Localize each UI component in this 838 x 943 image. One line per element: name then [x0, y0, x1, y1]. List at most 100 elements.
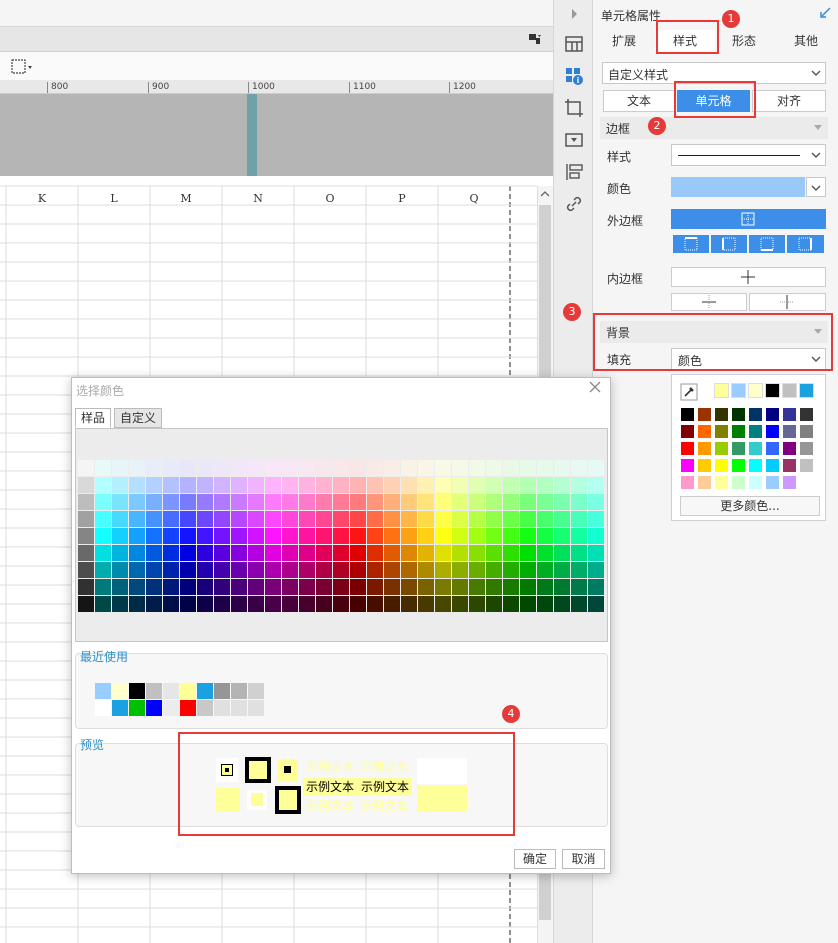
color-swatch[interactable] [384, 528, 400, 544]
color-swatch[interactable] [214, 579, 230, 595]
color-swatch[interactable] [129, 562, 145, 578]
color-swatch[interactable] [265, 494, 281, 510]
color-swatch[interactable] [486, 477, 502, 493]
color-swatch[interactable] [112, 494, 128, 510]
color-swatch[interactable] [571, 460, 587, 476]
color-swatch[interactable] [765, 458, 780, 473]
color-swatch[interactable] [282, 494, 298, 510]
color-swatch[interactable] [384, 494, 400, 510]
color-swatch[interactable] [384, 562, 400, 578]
ok-button[interactable]: 确定 [514, 849, 556, 869]
recent-color-swatch[interactable] [231, 700, 247, 716]
color-swatch[interactable] [537, 528, 553, 544]
color-swatch[interactable] [180, 545, 196, 561]
color-swatch[interactable] [765, 441, 780, 456]
color-swatch[interactable] [799, 407, 814, 422]
color-swatch[interactable] [401, 460, 417, 476]
color-swatch[interactable] [333, 562, 349, 578]
color-swatch[interactable] [112, 545, 128, 561]
color-swatch[interactable] [367, 511, 383, 527]
border-top-button[interactable] [673, 235, 709, 253]
color-swatch[interactable] [180, 511, 196, 527]
scroll-up-icon[interactable] [540, 190, 550, 200]
color-swatch[interactable] [146, 579, 162, 595]
color-swatch[interactable] [799, 475, 814, 490]
color-swatch[interactable] [129, 511, 145, 527]
color-swatch[interactable] [486, 562, 502, 578]
recent-color-swatch[interactable] [248, 700, 264, 716]
color-swatch[interactable] [680, 458, 695, 473]
color-swatch[interactable] [265, 545, 281, 561]
tab-custom[interactable]: 自定义 [114, 408, 163, 428]
color-swatch[interactable] [765, 475, 780, 490]
color-swatch[interactable] [571, 596, 587, 612]
color-swatch[interactable] [197, 596, 213, 612]
color-swatch[interactable] [554, 596, 570, 612]
color-swatch[interactable] [697, 458, 712, 473]
color-swatch[interactable] [469, 528, 485, 544]
recent-color-swatch[interactable] [197, 683, 213, 699]
recent-color-swatch[interactable] [95, 683, 111, 699]
color-swatch[interactable] [588, 579, 604, 595]
color-swatch[interactable] [248, 494, 264, 510]
color-swatch[interactable] [435, 562, 451, 578]
tab-samples[interactable]: 样品 [75, 408, 112, 428]
color-swatch[interactable] [537, 511, 553, 527]
color-swatch[interactable] [95, 460, 111, 476]
color-swatch[interactable] [537, 494, 553, 510]
color-swatch[interactable] [146, 528, 162, 544]
color-swatch[interactable] [95, 562, 111, 578]
subtab-text[interactable]: 文本 [603, 90, 675, 112]
border-bottom-button[interactable] [749, 235, 785, 253]
color-swatch[interactable] [95, 545, 111, 561]
color-swatch[interactable] [537, 545, 553, 561]
color-swatch[interactable] [520, 511, 536, 527]
color-swatch[interactable] [129, 545, 145, 561]
color-swatch[interactable] [520, 579, 536, 595]
color-swatch[interactable] [163, 528, 179, 544]
color-swatch[interactable] [350, 494, 366, 510]
inner-vertical-button[interactable] [749, 293, 826, 311]
border-section-header[interactable]: 边框 [600, 117, 828, 139]
color-swatch[interactable] [503, 545, 519, 561]
color-swatch[interactable] [129, 528, 145, 544]
color-swatch[interactable] [520, 460, 536, 476]
color-swatch[interactable] [554, 477, 570, 493]
color-swatch[interactable] [537, 460, 553, 476]
color-swatch[interactable] [180, 460, 196, 476]
grid-layout-icon[interactable] [564, 34, 584, 54]
color-swatch[interactable] [197, 579, 213, 595]
color-swatch[interactable] [95, 477, 111, 493]
color-swatch[interactable] [714, 424, 729, 439]
color-swatch[interactable] [197, 494, 213, 510]
color-swatch[interactable] [333, 596, 349, 612]
color-swatch[interactable] [367, 528, 383, 544]
cancel-button[interactable]: 取消 [562, 849, 605, 869]
color-swatch[interactable] [214, 494, 230, 510]
color-swatch[interactable] [418, 545, 434, 561]
recent-color-swatch[interactable] [248, 683, 264, 699]
color-swatch[interactable] [571, 494, 587, 510]
tab-expand[interactable]: 扩展 [594, 30, 654, 52]
color-swatch[interactable] [799, 383, 814, 398]
color-swatch[interactable] [350, 511, 366, 527]
color-swatch[interactable] [197, 528, 213, 544]
color-swatch[interactable] [197, 545, 213, 561]
color-swatch[interactable] [435, 579, 451, 595]
color-swatch[interactable] [180, 528, 196, 544]
color-swatch[interactable] [588, 477, 604, 493]
close-icon[interactable] [588, 380, 604, 396]
format-painter-icon[interactable] [528, 33, 542, 45]
color-swatch[interactable] [554, 579, 570, 595]
color-swatch[interactable] [571, 477, 587, 493]
color-swatch[interactable] [146, 494, 162, 510]
color-swatch[interactable] [197, 477, 213, 493]
color-swatch[interactable] [95, 511, 111, 527]
color-swatch[interactable] [350, 579, 366, 595]
color-swatch[interactable] [782, 424, 797, 439]
color-swatch[interactable] [418, 477, 434, 493]
border-dropdown-icon[interactable] [10, 58, 34, 76]
outer-border-all-button[interactable] [671, 209, 826, 229]
color-swatch[interactable] [799, 424, 814, 439]
color-swatch[interactable] [537, 562, 553, 578]
